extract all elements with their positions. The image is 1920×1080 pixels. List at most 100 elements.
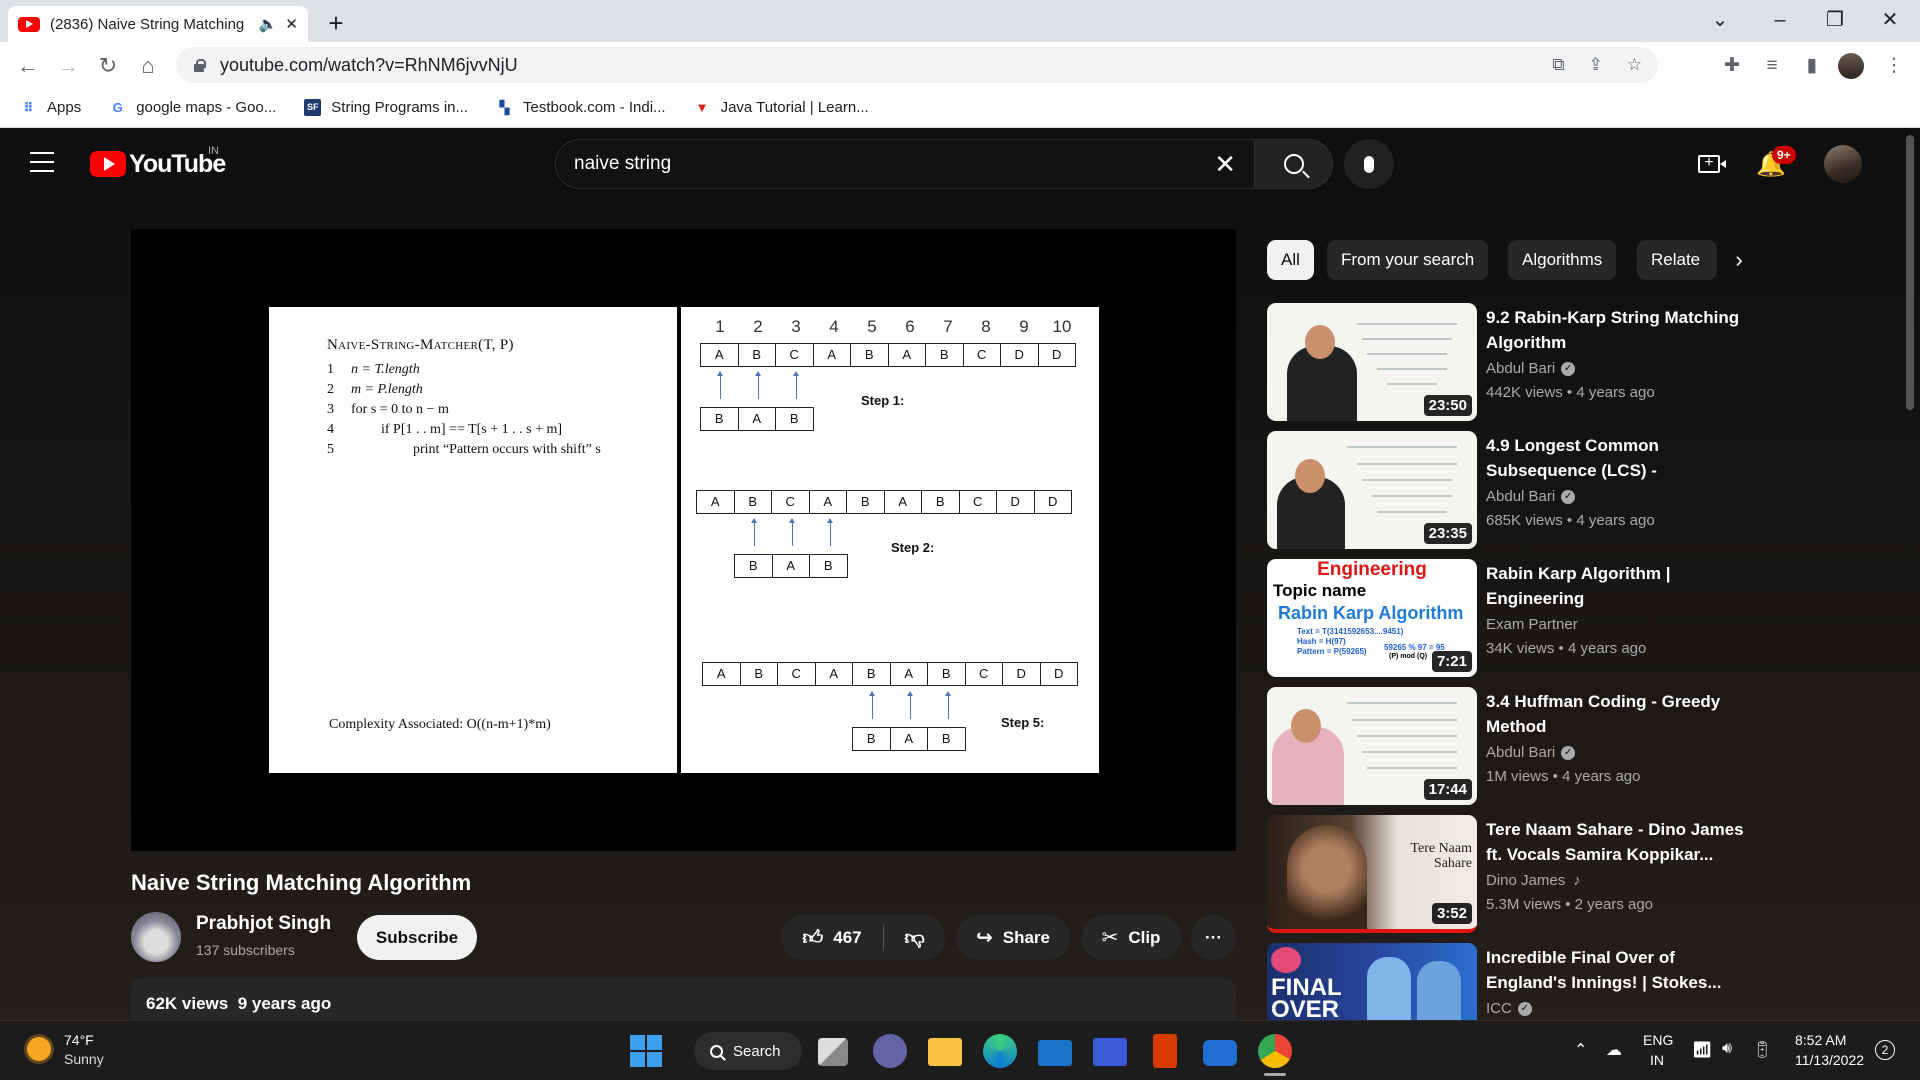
search-button[interactable] <box>1255 139 1333 189</box>
maximize-button[interactable]: ❐ <box>1815 4 1855 36</box>
account-avatar[interactable] <box>1824 145 1862 183</box>
index-label: 1 <box>715 317 725 336</box>
chip-all[interactable]: All <box>1267 240 1314 280</box>
clock-time[interactable]: 8:52 AM <box>1795 1032 1846 1048</box>
notification-count[interactable]: 2 <box>1875 1040 1895 1060</box>
hamburger-menu-icon[interactable] <box>30 152 54 172</box>
audio-playing-icon[interactable]: 🔈 <box>259 15 278 33</box>
chip-algorithms[interactable]: Algorithms <box>1508 240 1617 280</box>
lock-icon[interactable] <box>192 58 206 72</box>
chat-app-icon[interactable] <box>1203 1040 1237 1066</box>
home-icon[interactable]: ⌂ <box>132 50 164 82</box>
app-icon[interactable] <box>1093 1038 1127 1066</box>
teams-chat-icon[interactable] <box>873 1034 907 1068</box>
chrome-menu-icon[interactable]: ⋮ <box>1878 50 1910 82</box>
video-channel[interactable]: Exam Partner <box>1486 616 1578 633</box>
open-in-app-icon[interactable]: ⧉ <box>1552 55 1564 75</box>
share-button[interactable]: ↪ Share <box>956 915 1070 960</box>
video-channel[interactable]: Abdul Bari ✓ <box>1486 488 1576 505</box>
video-title[interactable]: Rabin Karp Algorithm | Engineering <box>1486 561 1746 611</box>
channel-name[interactable]: Prabhjot Singh <box>196 913 331 935</box>
onedrive-cloud-icon[interactable]: ☁ <box>1606 1040 1622 1060</box>
windows-start-icon[interactable] <box>630 1035 662 1067</box>
recommended-video[interactable]: 23:50 9.2 Rabin-Karp String Matching Alg… <box>1267 303 1747 421</box>
video-title[interactable]: 9.2 Rabin-Karp String Matching Algorithm <box>1486 305 1746 355</box>
back-arrow-icon[interactable]: ← <box>12 50 44 82</box>
voice-search-button[interactable] <box>1344 139 1394 189</box>
bookmark-java-tutorial[interactable]: ▼ Java Tutorial | Learn... <box>694 99 869 116</box>
page-scrollbar[interactable] <box>1906 135 1914 410</box>
volume-icon[interactable]: 🔊︎ <box>1722 1040 1732 1058</box>
video-thumbnail[interactable]: 17:44 <box>1267 687 1477 805</box>
video-thumbnail[interactable]: Tere Naam Sahare 3:52 <box>1267 815 1477 933</box>
video-channel[interactable]: Dino James ♪ <box>1486 872 1581 889</box>
weather-temperature[interactable]: 74°F <box>64 1032 94 1048</box>
like-button[interactable]: 👍︎ 467 <box>781 915 883 960</box>
recommended-video[interactable]: Tere Naam Sahare 3:52 Tere Naam Sahare -… <box>1267 815 1747 933</box>
office-icon[interactable] <box>1153 1034 1177 1068</box>
side-panel-icon[interactable]: ▮ <box>1796 50 1828 82</box>
video-channel[interactable]: ICC ✓ <box>1486 1000 1532 1017</box>
share-page-icon[interactable]: ⇪ <box>1589 55 1603 75</box>
video-thumbnail[interactable]: Engineering Topic name Rabin Karp Algori… <box>1267 559 1477 677</box>
edge-browser-icon[interactable] <box>983 1034 1017 1068</box>
clear-search-icon[interactable]: ✕ <box>1214 149 1236 180</box>
dislike-button[interactable]: 👎︎ <box>884 915 945 960</box>
recommended-video[interactable]: 17:44 3.4 Huffman Coding - Greedy Method… <box>1267 687 1747 805</box>
bookmark-google-maps[interactable]: G google maps - Goo... <box>109 99 277 116</box>
scissors-icon: ✂ <box>1101 927 1119 949</box>
search-input[interactable]: naive string ✕ <box>555 139 1255 189</box>
region-indicator[interactable]: IN <box>1650 1052 1664 1068</box>
language-indicator[interactable]: ENG <box>1643 1032 1673 1048</box>
address-bar[interactable]: youtube.com/watch?v=RhNM6jvvNjU ⧉ ⇪ ☆ <box>176 47 1658 83</box>
video-title[interactable]: 4.9 Longest Common Subsequence (LCS) - R… <box>1486 433 1746 483</box>
clip-button[interactable]: ✂ Clip <box>1081 915 1181 960</box>
extensions-puzzle-icon[interactable]: ✚ <box>1716 50 1748 82</box>
bookmark-string-programs[interactable]: SF String Programs in... <box>304 99 468 116</box>
youtube-logo[interactable]: YouTube <box>90 150 226 178</box>
video-thumbnail[interactable]: 23:35 <box>1267 431 1477 549</box>
chevron-right-icon[interactable]: › <box>1724 246 1754 276</box>
task-view-icon[interactable] <box>818 1038 848 1066</box>
video-channel[interactable]: Abdul Bari ✓ <box>1486 360 1576 377</box>
thumb-text: OVER <box>1271 996 1340 1021</box>
video-title[interactable]: Tere Naam Sahare - Dino James ft. Vocals… <box>1486 817 1746 867</box>
forward-arrow-icon[interactable]: → <box>52 50 84 82</box>
recommended-video[interactable]: 23:35 4.9 Longest Common Subsequence (LC… <box>1267 431 1747 549</box>
tab-search-chevron-icon[interactable]: ⌄ <box>1700 4 1740 36</box>
new-tab-button[interactable]: + <box>320 8 352 40</box>
tab-close-icon[interactable]: ✕ <box>285 15 298 33</box>
video-channel[interactable]: Abdul Bari ✓ <box>1486 744 1576 761</box>
video-title[interactable]: 3.4 Huffman Coding - Greedy Method <box>1486 689 1746 739</box>
sun-weather-icon[interactable] <box>27 1037 51 1061</box>
video-title[interactable]: Incredible Final Over of England's Innin… <box>1486 945 1746 995</box>
media-queue-icon[interactable]: ≡ <box>1756 50 1788 82</box>
subscribe-button[interactable]: Subscribe <box>357 915 477 960</box>
mail-icon[interactable] <box>1038 1040 1072 1066</box>
window-close-button[interactable]: ✕ <box>1870 4 1910 36</box>
bookmark-apps[interactable]: ⠿ Apps <box>20 99 81 116</box>
bookmark-testbook[interactable]: ▚ Testbook.com - Indi... <box>496 99 666 116</box>
wifi-icon[interactable]: 📶︎ <box>1692 1040 1712 1060</box>
video-thumbnail[interactable]: 23:50 <box>1267 303 1477 421</box>
channel-avatar[interactable] <box>131 912 181 962</box>
create-video-button[interactable]: + <box>1698 150 1728 178</box>
battery-icon[interactable]: 🔋︎ <box>1752 1040 1772 1060</box>
chevron-up-icon[interactable]: ⌃ <box>1574 1040 1587 1060</box>
bookmark-star-icon[interactable]: ☆ <box>1627 55 1642 75</box>
browser-tab[interactable]: (2836) Naive String Matching 🔈 ✕ <box>8 6 308 42</box>
chrome-icon[interactable] <box>1258 1034 1292 1068</box>
clock-date[interactable]: 11/13/2022 <box>1795 1052 1864 1068</box>
more-actions-button[interactable]: ··· <box>1191 915 1236 960</box>
taskbar-search[interactable]: Search <box>694 1032 802 1070</box>
chip-related[interactable]: Relate <box>1637 240 1717 280</box>
weather-description[interactable]: Sunny <box>64 1051 104 1067</box>
video-thumbnail[interactable]: FINAL OVER <box>1267 943 1477 1020</box>
recommended-video[interactable]: FINAL OVER Incredible Final Over of Engl… <box>1267 943 1747 1020</box>
file-explorer-icon[interactable] <box>928 1038 962 1066</box>
chip-from-your-search[interactable]: From your search <box>1327 240 1489 280</box>
reload-icon[interactable]: ↻ <box>92 50 124 82</box>
chrome-profile-avatar[interactable] <box>1838 53 1864 79</box>
recommended-video[interactable]: Engineering Topic name Rabin Karp Algori… <box>1267 559 1747 677</box>
minimize-button[interactable]: – <box>1760 4 1800 36</box>
